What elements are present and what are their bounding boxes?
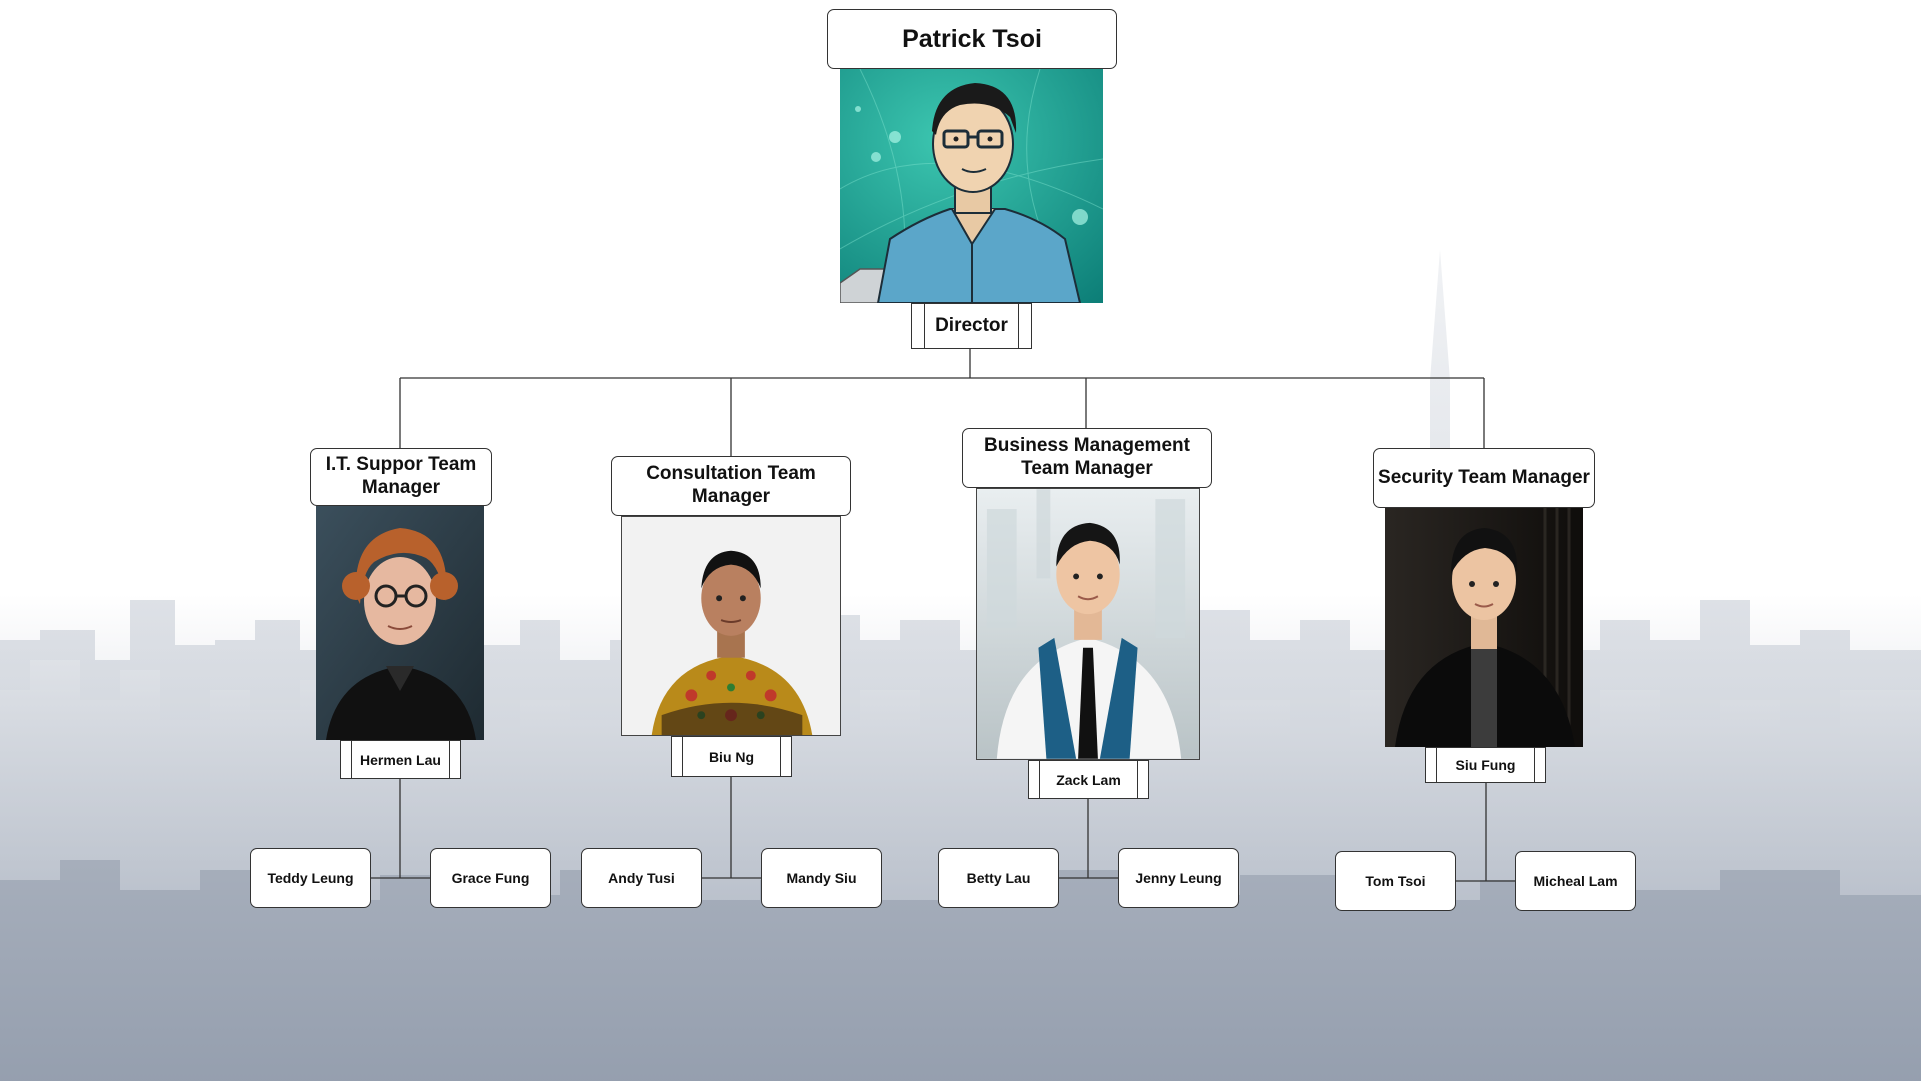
staff-card: Mandy Siu <box>761 848 882 908</box>
staff-name: Mandy Siu <box>786 869 857 886</box>
director-name: Patrick Tsoi <box>902 25 1042 53</box>
manager-title: I.T. Suppor Team Manager <box>325 454 477 498</box>
manager-photo-it <box>316 506 484 740</box>
org-chart: Patrick Tsoi Director I.T. Suppor Team M… <box>0 0 1921 1081</box>
manager-title-box-business: Business Management Team Manager <box>962 428 1212 488</box>
staff-name: Micheal Lam <box>1533 872 1618 889</box>
manager-title: Business Management Team Manager <box>984 435 1190 479</box>
manager-photo-consultation <box>621 516 841 736</box>
staff-name: Betty Lau <box>966 869 1031 886</box>
staff-card: Micheal Lam <box>1515 851 1636 911</box>
person-portrait-icon <box>1385 508 1583 747</box>
manager-photo-security <box>1385 508 1583 747</box>
person-portrait-icon <box>622 517 840 735</box>
director-avatar-photo <box>840 69 1103 303</box>
staff-name: Grace Fung <box>451 869 530 886</box>
manager-title: Consultation Team Manager <box>646 463 816 507</box>
manager-name: Hermen Lau <box>360 751 441 768</box>
manager-name: Zack Lam <box>1056 771 1121 788</box>
manager-title-box-it: I.T. Suppor Team Manager <box>310 448 492 506</box>
staff-card: Tom Tsoi <box>1335 851 1456 911</box>
staff-name: Jenny Leung <box>1135 869 1222 886</box>
cartoon-avatar-icon <box>840 69 1103 303</box>
staff-card: Teddy Leung <box>250 848 371 908</box>
manager-title: Security Team Manager <box>1378 466 1590 488</box>
staff-name: Andy Tusi <box>608 869 675 886</box>
person-portrait-icon <box>316 506 484 740</box>
manager-name-tag-consultation: Biu Ng <box>671 736 792 777</box>
person-portrait-icon <box>977 489 1199 759</box>
manager-title-box-consultation: Consultation Team Manager <box>611 456 851 516</box>
manager-name: Siu Fung <box>1455 757 1516 773</box>
staff-card: Grace Fung <box>430 848 551 908</box>
staff-card: Andy Tusi <box>581 848 702 908</box>
manager-photo-business <box>976 488 1200 760</box>
manager-name-tag-business: Zack Lam <box>1028 760 1149 799</box>
staff-card: Jenny Leung <box>1118 848 1239 908</box>
staff-name: Teddy Leung <box>267 869 354 886</box>
manager-name-tag-it: Hermen Lau <box>340 740 461 779</box>
manager-title-box-security: Security Team Manager <box>1373 448 1595 508</box>
staff-card: Betty Lau <box>938 848 1059 908</box>
manager-name: Biu Ng <box>708 748 755 765</box>
director-name-box: Patrick Tsoi <box>827 9 1117 69</box>
manager-name-tag-security: Siu Fung <box>1425 747 1546 783</box>
director-title: Director <box>935 315 1008 336</box>
director-title-tag: Director <box>911 303 1032 349</box>
staff-name: Tom Tsoi <box>1365 872 1426 889</box>
